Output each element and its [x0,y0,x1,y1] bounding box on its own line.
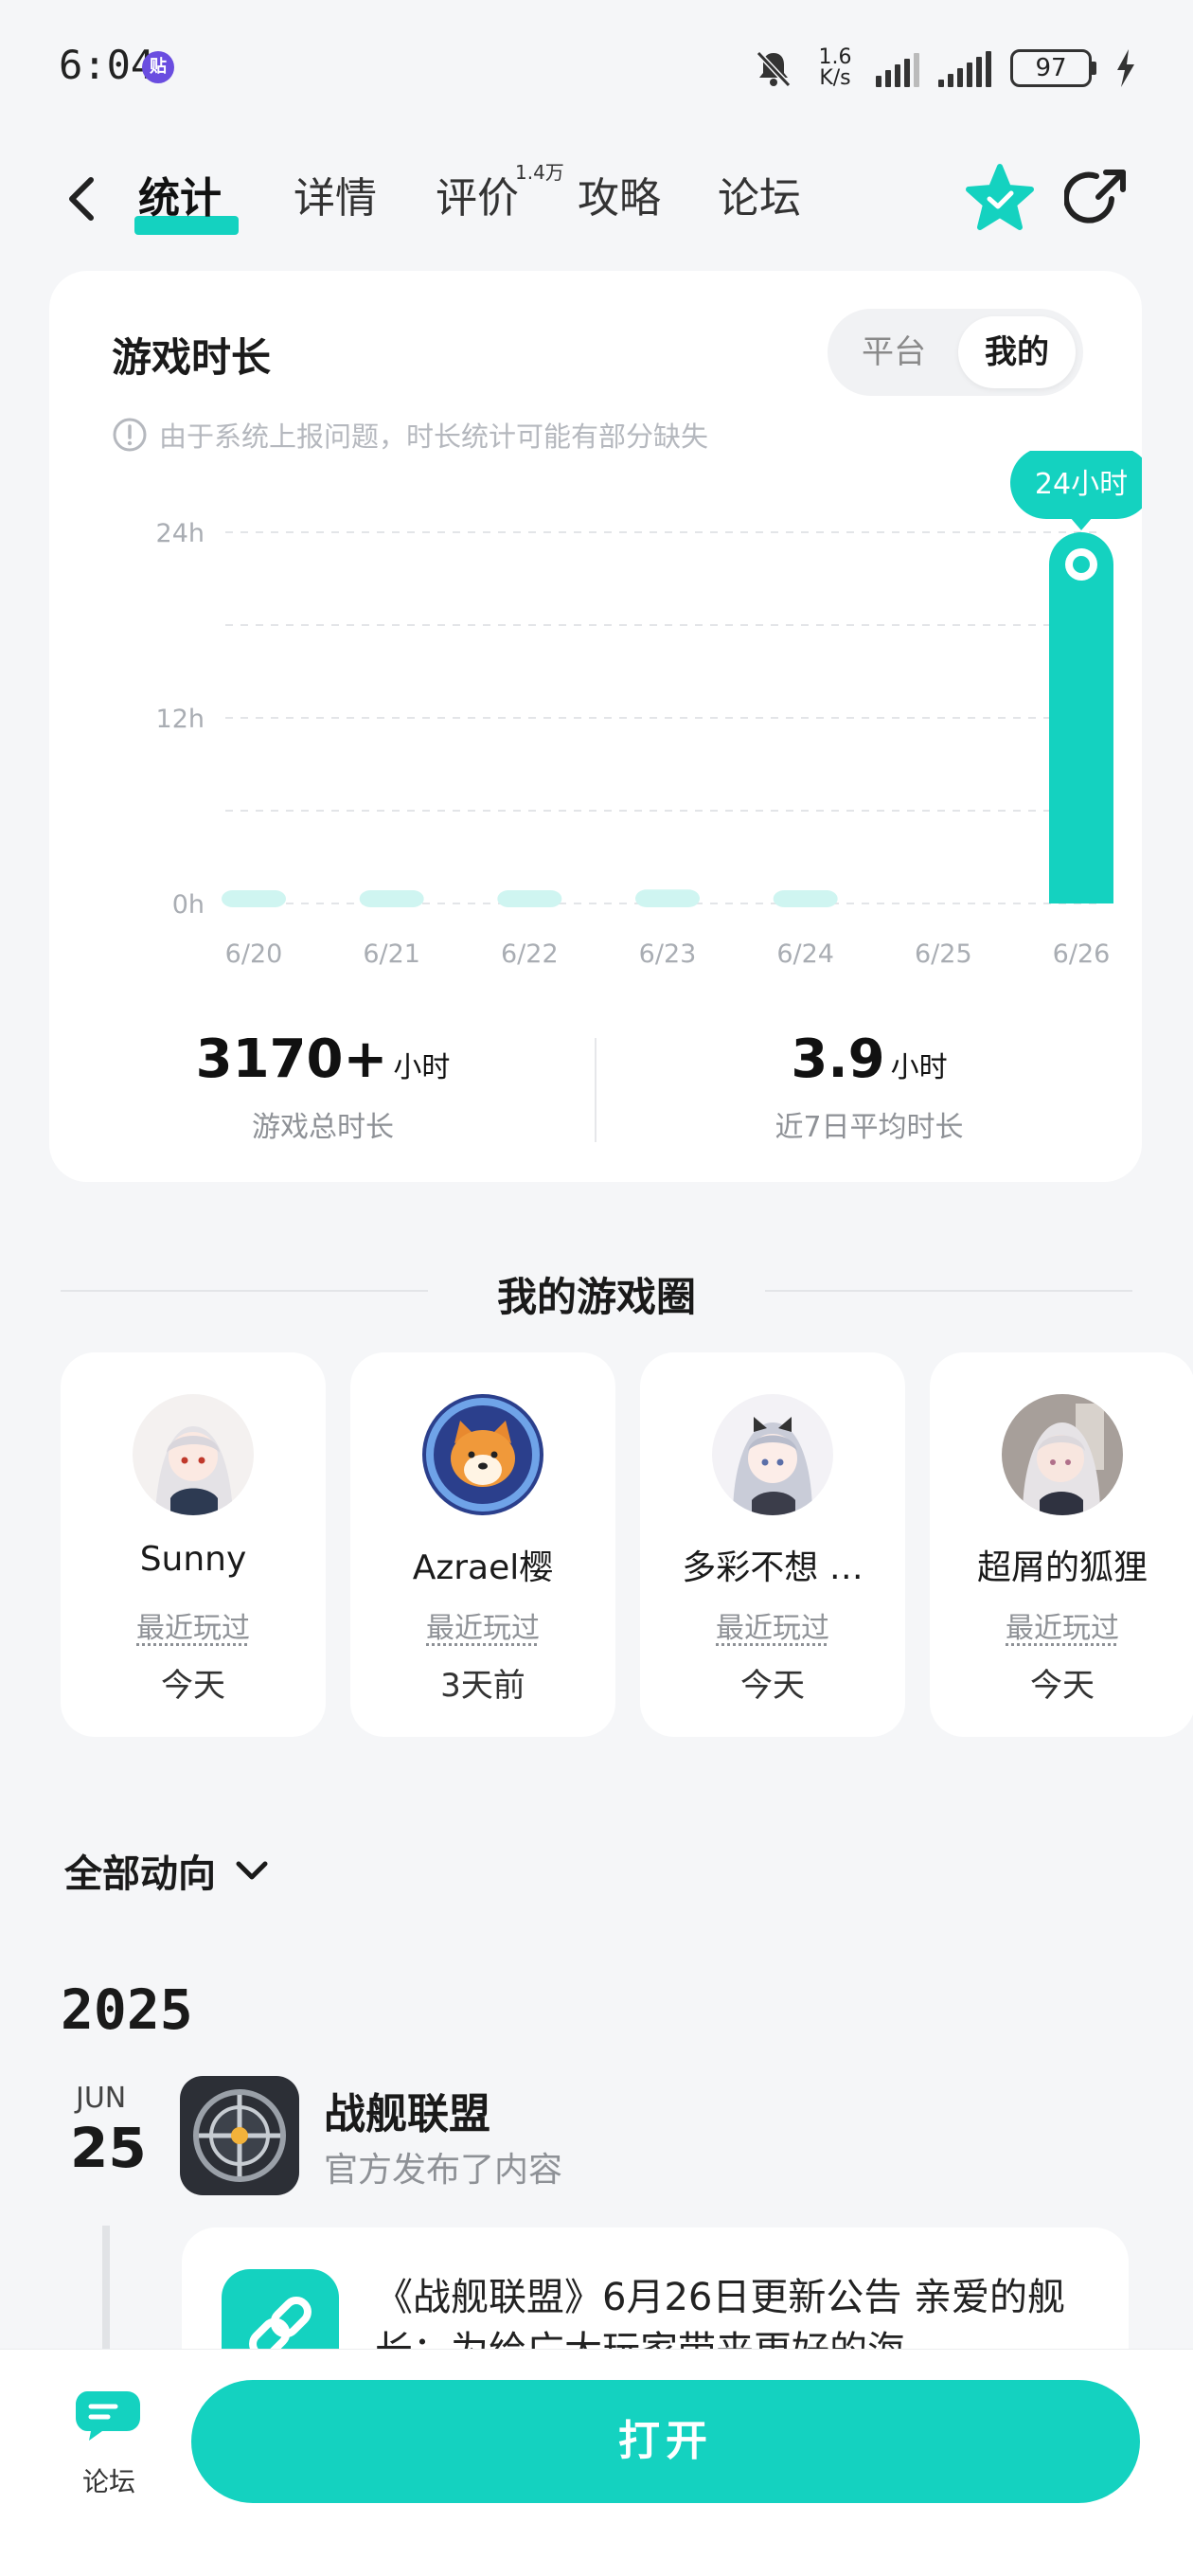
bar [635,889,700,907]
avatar [712,1394,833,1515]
signal-icon [876,49,919,87]
total-playtime: 3170+ 小时 游戏总时长 [49,1029,596,1145]
back-arrow-icon[interactable] [57,170,110,227]
peak-callout-pointer [1070,517,1093,530]
battery-level: 97 [1010,49,1092,87]
app-notification-icon: 贴 [142,51,174,83]
play-time-card: 游戏时长 平台 我的 由于系统上报问题，时长统计可能有部分缺失 0h 12h 24h… [49,271,1142,1182]
avg-label: 近7日平均时长 [775,1111,964,1144]
divider [765,1290,1132,1292]
status-time: 6:04 [59,42,155,88]
toggle-platform[interactable]: 平台 [835,316,953,388]
recently-played-time: 今天 [740,1667,805,1705]
bar [359,890,424,907]
timeline-year: 2025 [61,1977,193,2042]
battery-icon: 97 [1010,49,1096,87]
x-tick-label: 6/21 [363,939,420,969]
notice-text: 由于系统上报问题，时长统计可能有部分缺失 [159,420,709,453]
y-tick-label: 24h [156,519,205,548]
data-notice: 由于系统上报问题，时长统计可能有部分缺失 [112,415,708,455]
y-tick-label: 12h [156,705,205,734]
charging-icon [1117,49,1134,87]
bar [222,890,286,907]
network-speed: 1.6 K/s [818,45,852,90]
section-title: 我的游戏圈 [496,1274,696,1320]
x-tick-label: 6/22 [501,939,559,969]
status-bar: 6:04 贴 1.6 K/s 97 [0,0,1193,133]
x-tick-label: 6/23 [639,939,697,969]
share-icon[interactable] [1064,165,1131,231]
x-tick-label: 6/24 [776,939,834,969]
recently-played-time: 今天 [161,1667,225,1705]
post-day: 25 [70,2116,147,2180]
bar [1049,532,1113,903]
tab-guides[interactable]: 攻略 [578,170,661,227]
bell-muted-icon [756,50,792,88]
peak-callout-label: 24小时 [1035,468,1128,501]
friend-name: 多彩不想 … [682,1548,864,1587]
top-nav: 统计 详情 评价 1.4万 攻略 论坛 [0,142,1193,256]
average-playtime: 3.9 小时 近7日平均时长 [596,1029,1142,1145]
activity-filter-dropdown[interactable]: 全部动向 [64,1843,271,1898]
friend-card[interactable]: 超屑的狐狸 最近玩过 今天 [930,1352,1193,1737]
chevron-down-icon [236,1861,268,1880]
open-game-button[interactable]: 打开 [191,2380,1140,2503]
recently-played-time: 今天 [1030,1667,1095,1705]
post-subtitle: 官方发布了内容 [324,2151,563,2190]
signal-icon-2 [938,49,991,87]
avg-unit: 小时 [890,1051,948,1084]
game-name[interactable]: 战舰联盟 [324,2080,490,2140]
toggle-mine[interactable]: 我的 [958,316,1076,388]
recently-played-label: 最近玩过 [716,1612,829,1645]
recently-played-time: 3天前 [440,1667,525,1705]
favorite-star-icon[interactable] [964,163,1036,235]
tab-reviews[interactable]: 评价 [436,170,519,227]
avatar [422,1394,543,1515]
filter-label: 全部动向 [64,1852,216,1896]
bar [773,890,838,907]
total-value: 3170+ [195,1029,388,1090]
y-tick-label: 0h [172,890,205,920]
tab-details[interactable]: 详情 [294,170,377,227]
avatar [1002,1394,1123,1515]
forum-icon[interactable] [74,2386,142,2442]
info-icon [113,418,147,452]
recently-played-label: 最近玩过 [426,1612,540,1645]
total-label: 游戏总时长 [252,1111,394,1144]
x-tick-label: 6/20 [225,939,283,969]
recently-played-label: 最近玩过 [136,1612,250,1645]
avatar [133,1394,254,1515]
bottom-action-bar: 论坛 打开 [0,2349,1193,2576]
friend-card[interactable]: 多彩不想 … 最近玩过 今天 [640,1352,905,1737]
friend-name: Azrael樱 [412,1548,554,1587]
bar-peak-marker-dot [1073,556,1090,573]
review-count: 1.4万 [515,161,564,184]
stats-source-toggle: 平台 我的 [828,309,1083,396]
total-unit: 小时 [393,1051,451,1084]
forum-label[interactable]: 论坛 [57,2461,161,2499]
game-circle-heading: 我的游戏圈 [0,1252,1193,1328]
game-icon[interactable] [180,2076,299,2195]
friend-card[interactable]: Azrael樱 最近玩过 3天前 [350,1352,615,1737]
friend-list: Sunny 最近玩过 今天 Azrael樱 最近玩过 3天前 多彩不想 … 最近… [61,1352,1193,1737]
friend-name: Sunny [139,1540,247,1579]
post-month: JUN [76,2082,127,2115]
bar [497,890,562,907]
tab-stats[interactable]: 统计 [138,170,222,227]
card-title: 游戏时长 [112,334,272,381]
recently-played-label: 最近玩过 [1006,1612,1119,1645]
x-tick-label: 6/25 [915,939,972,969]
avg-value: 3.9 [791,1029,885,1090]
friend-card[interactable]: Sunny 最近玩过 今天 [61,1352,326,1737]
tab-forum[interactable]: 论坛 [718,170,801,227]
friend-name: 超屑的狐狸 [976,1548,1148,1587]
timeline-line [102,2226,110,2358]
status-icons: 1.6 K/s 97 [753,42,1136,95]
play-time-chart: 0h 12h 24h 6/20 6/21 6/22 6/23 6/24 6/25 24小时 6/26 [156,451,1142,969]
x-tick-label: 6/26 [1053,939,1111,969]
